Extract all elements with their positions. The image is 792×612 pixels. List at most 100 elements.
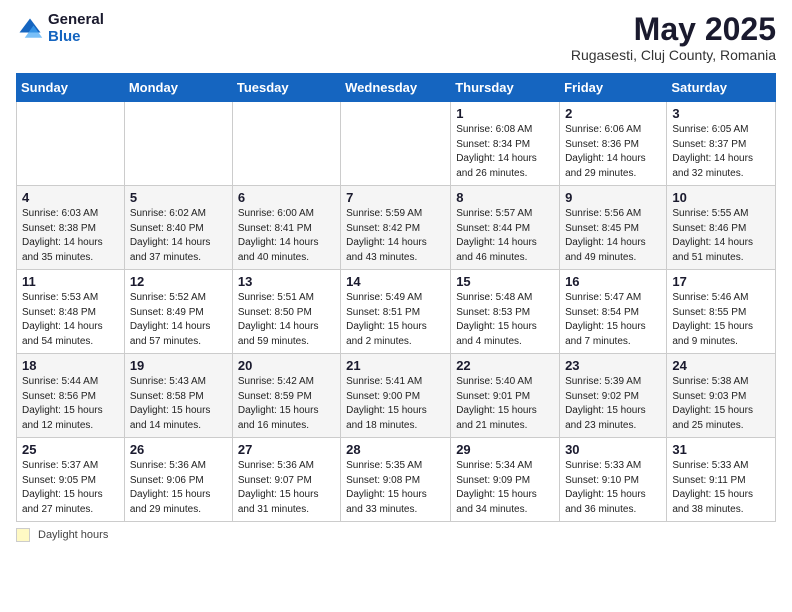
day-cell: 9 Sunrise: 5:56 AM Sunset: 8:45 PM Daylig… bbox=[560, 186, 667, 270]
day-cell: 7 Sunrise: 5:59 AM Sunset: 8:42 PM Daylig… bbox=[341, 186, 451, 270]
daylight-label: Daylight hours bbox=[38, 529, 108, 541]
week-row-5: 25 Sunrise: 5:37 AM Sunset: 9:05 PM Dayli… bbox=[17, 438, 776, 522]
col-header-sunday: Sunday bbox=[17, 74, 125, 102]
day-cell: 28Sunrise: 5:35 AM Sunset: 9:08 PM Dayli… bbox=[341, 438, 451, 522]
day-cell bbox=[341, 102, 451, 186]
day-cell: 30 Sunrise: 5:33 AM Sunset: 9:10 PM Dayli… bbox=[560, 438, 667, 522]
day-cell: 10Sunrise: 5:55 AM Sunset: 8:46 PM Dayli… bbox=[667, 186, 776, 270]
day-number: 27 bbox=[238, 442, 335, 457]
day-info: Sunrise: 5:36 AM Sunset: 9:07 PM Dayligh… bbox=[238, 459, 335, 517]
day-number: 4 bbox=[22, 190, 119, 205]
day-number: 29 bbox=[456, 442, 554, 457]
col-header-thursday: Thursday bbox=[451, 74, 560, 102]
day-info: Sunrise: 5:55 AM Sunset: 8:46 PM Dayligh… bbox=[672, 207, 770, 265]
day-number: 22 bbox=[456, 358, 554, 373]
day-info: Sunrise: 5:59 AM Sunset: 8:42 PM Dayligh… bbox=[346, 207, 445, 265]
daylight-swatch bbox=[16, 528, 30, 542]
day-cell: 18 Sunrise: 5:44 AM Sunset: 8:56 PM Dayli… bbox=[17, 354, 125, 438]
day-number: 14 bbox=[346, 274, 445, 289]
day-number: 16 bbox=[565, 274, 661, 289]
calendar-body: 1Sunrise: 6:08 AM Sunset: 8:34 PM Daylig… bbox=[17, 102, 776, 522]
day-info: Sunrise: 5:52 AM Sunset: 8:49 PM Dayligh… bbox=[130, 291, 227, 349]
day-cell: 14Sunrise: 5:49 AM Sunset: 8:51 PM Dayli… bbox=[341, 270, 451, 354]
day-number: 24 bbox=[672, 358, 770, 373]
day-number: 26 bbox=[130, 442, 227, 457]
day-number: 18 bbox=[22, 358, 119, 373]
day-cell: 4 Sunrise: 6:03 AM Sunset: 8:38 PM Daylig… bbox=[17, 186, 125, 270]
day-cell: 5Sunrise: 6:02 AM Sunset: 8:40 PM Daylig… bbox=[124, 186, 232, 270]
day-info: Sunrise: 5:51 AM Sunset: 8:50 PM Dayligh… bbox=[238, 291, 335, 349]
day-info: Sunrise: 5:46 AM Sunset: 8:55 PM Dayligh… bbox=[672, 291, 770, 349]
subtitle: Rugasesti, Cluj County, Romania bbox=[571, 47, 776, 63]
day-number: 7 bbox=[346, 190, 445, 205]
title-block: May 2025 Rugasesti, Cluj County, Romania bbox=[571, 12, 776, 63]
col-header-wednesday: Wednesday bbox=[341, 74, 451, 102]
day-cell: 8Sunrise: 5:57 AM Sunset: 8:44 PM Daylig… bbox=[451, 186, 560, 270]
day-number: 1 bbox=[456, 106, 554, 121]
week-row-4: 18 Sunrise: 5:44 AM Sunset: 8:56 PM Dayli… bbox=[17, 354, 776, 438]
header: General Blue May 2025 Rugasesti, Cluj Co… bbox=[16, 12, 776, 63]
footer-note: Daylight hours bbox=[16, 528, 776, 542]
day-number: 3 bbox=[672, 106, 770, 121]
day-info: Sunrise: 5:37 AM Sunset: 9:05 PM Dayligh… bbox=[22, 459, 119, 517]
logo-icon bbox=[16, 15, 44, 43]
day-cell: 25 Sunrise: 5:37 AM Sunset: 9:05 PM Dayli… bbox=[17, 438, 125, 522]
day-number: 25 bbox=[22, 442, 119, 457]
header-row: SundayMondayTuesdayWednesdayThursdayFrid… bbox=[17, 74, 776, 102]
calendar-table: SundayMondayTuesdayWednesdayThursdayFrid… bbox=[16, 73, 776, 522]
day-info: Sunrise: 5:44 AM Sunset: 8:56 PM Dayligh… bbox=[22, 375, 119, 433]
day-cell bbox=[124, 102, 232, 186]
day-info: Sunrise: 5:40 AM Sunset: 9:01 PM Dayligh… bbox=[456, 375, 554, 433]
day-cell: 19Sunrise: 5:43 AM Sunset: 8:58 PM Dayli… bbox=[124, 354, 232, 438]
week-row-2: 4 Sunrise: 6:03 AM Sunset: 8:38 PM Daylig… bbox=[17, 186, 776, 270]
day-info: Sunrise: 5:56 AM Sunset: 8:45 PM Dayligh… bbox=[565, 207, 661, 265]
day-info: Sunrise: 6:03 AM Sunset: 8:38 PM Dayligh… bbox=[22, 207, 119, 265]
day-info: Sunrise: 6:06 AM Sunset: 8:36 PM Dayligh… bbox=[565, 123, 661, 181]
day-info: Sunrise: 5:33 AM Sunset: 9:10 PM Dayligh… bbox=[565, 459, 661, 517]
main-title: May 2025 bbox=[571, 12, 776, 47]
day-cell bbox=[232, 102, 340, 186]
day-cell: 13 Sunrise: 5:51 AM Sunset: 8:50 PM Dayli… bbox=[232, 270, 340, 354]
day-cell: 20 Sunrise: 5:42 AM Sunset: 8:59 PM Dayli… bbox=[232, 354, 340, 438]
day-cell: 21 Sunrise: 5:41 AM Sunset: 9:00 PM Dayli… bbox=[341, 354, 451, 438]
day-cell: 12Sunrise: 5:52 AM Sunset: 8:49 PM Dayli… bbox=[124, 270, 232, 354]
logo-blue-text: Blue bbox=[48, 29, 104, 46]
day-number: 2 bbox=[565, 106, 661, 121]
col-header-friday: Friday bbox=[560, 74, 667, 102]
day-cell: 6Sunrise: 6:00 AM Sunset: 8:41 PM Daylig… bbox=[232, 186, 340, 270]
day-number: 15 bbox=[456, 274, 554, 289]
calendar-header: SundayMondayTuesdayWednesdayThursdayFrid… bbox=[17, 74, 776, 102]
day-number: 11 bbox=[22, 274, 119, 289]
col-header-saturday: Saturday bbox=[667, 74, 776, 102]
day-info: Sunrise: 5:41 AM Sunset: 9:00 PM Dayligh… bbox=[346, 375, 445, 433]
day-info: Sunrise: 5:48 AM Sunset: 8:53 PM Dayligh… bbox=[456, 291, 554, 349]
day-cell: 22 Sunrise: 5:40 AM Sunset: 9:01 PM Dayli… bbox=[451, 354, 560, 438]
day-info: Sunrise: 5:42 AM Sunset: 8:59 PM Dayligh… bbox=[238, 375, 335, 433]
day-number: 19 bbox=[130, 358, 227, 373]
day-number: 5 bbox=[130, 190, 227, 205]
logo-general-text: General bbox=[48, 12, 104, 29]
day-cell: 15 Sunrise: 5:48 AM Sunset: 8:53 PM Dayli… bbox=[451, 270, 560, 354]
day-number: 31 bbox=[672, 442, 770, 457]
day-cell: 3Sunrise: 6:05 AM Sunset: 8:37 PM Daylig… bbox=[667, 102, 776, 186]
col-header-tuesday: Tuesday bbox=[232, 74, 340, 102]
day-cell: 23Sunrise: 5:39 AM Sunset: 9:02 PM Dayli… bbox=[560, 354, 667, 438]
day-cell: 17 Sunrise: 5:46 AM Sunset: 8:55 PM Dayli… bbox=[667, 270, 776, 354]
day-info: Sunrise: 6:00 AM Sunset: 8:41 PM Dayligh… bbox=[238, 207, 335, 265]
day-number: 17 bbox=[672, 274, 770, 289]
day-cell: 11Sunrise: 5:53 AM Sunset: 8:48 PM Dayli… bbox=[17, 270, 125, 354]
day-number: 23 bbox=[565, 358, 661, 373]
day-number: 30 bbox=[565, 442, 661, 457]
day-info: Sunrise: 5:47 AM Sunset: 8:54 PM Dayligh… bbox=[565, 291, 661, 349]
page: General Blue May 2025 Rugasesti, Cluj Co… bbox=[0, 0, 792, 612]
day-number: 21 bbox=[346, 358, 445, 373]
logo-text: General Blue bbox=[48, 12, 104, 45]
day-cell: 24Sunrise: 5:38 AM Sunset: 9:03 PM Dayli… bbox=[667, 354, 776, 438]
day-number: 9 bbox=[565, 190, 661, 205]
week-row-3: 11Sunrise: 5:53 AM Sunset: 8:48 PM Dayli… bbox=[17, 270, 776, 354]
day-number: 20 bbox=[238, 358, 335, 373]
day-number: 13 bbox=[238, 274, 335, 289]
day-info: Sunrise: 5:36 AM Sunset: 9:06 PM Dayligh… bbox=[130, 459, 227, 517]
day-cell: 1Sunrise: 6:08 AM Sunset: 8:34 PM Daylig… bbox=[451, 102, 560, 186]
day-number: 8 bbox=[456, 190, 554, 205]
